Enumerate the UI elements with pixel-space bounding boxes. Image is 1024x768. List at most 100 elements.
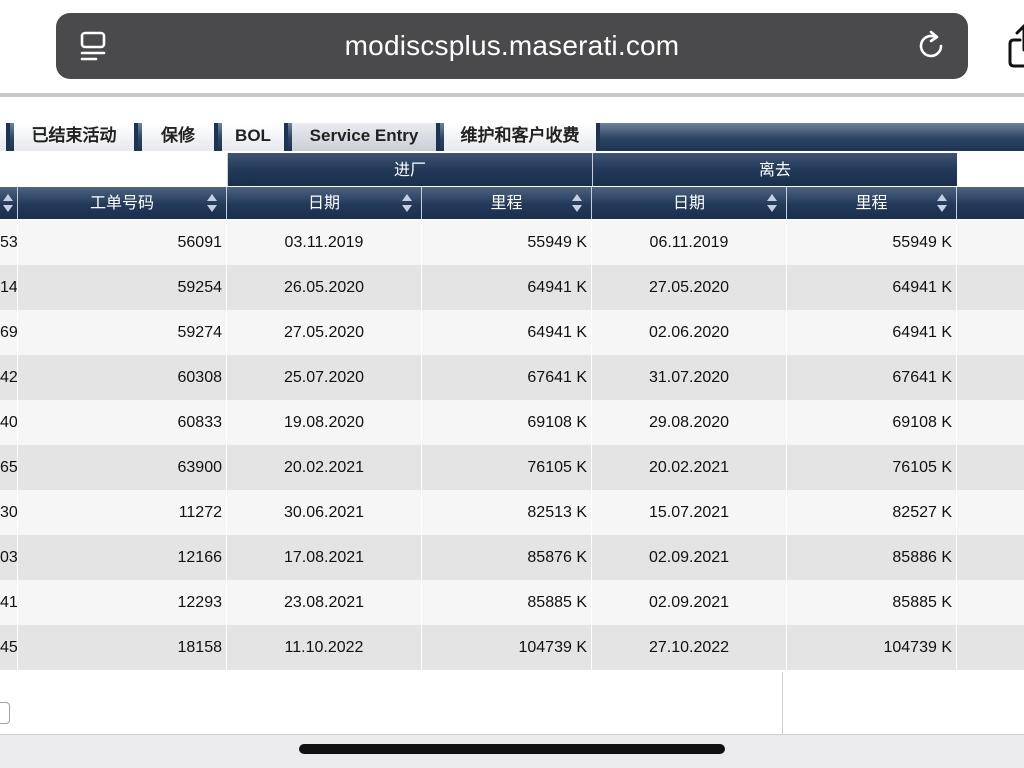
column-header-prev[interactable]	[0, 187, 18, 219]
cell-prev: 45	[0, 625, 18, 670]
cell-prev: 03	[0, 535, 18, 580]
cell-work-order: 59254	[18, 265, 227, 310]
cell-work-order: 63900	[18, 445, 227, 490]
cell-leave-date: 02.09.2021	[592, 535, 787, 580]
sort-arrows-icon[interactable]	[766, 193, 778, 213]
sort-arrows-icon[interactable]	[936, 193, 948, 213]
cell-leave-mileage: 76105 K	[787, 445, 957, 490]
footer-divider	[782, 672, 783, 734]
page-footer	[0, 672, 1024, 734]
address-bar[interactable]: modiscsplus.maserati.com	[56, 13, 968, 79]
cell-entry-date: 23.08.2021	[227, 580, 422, 625]
cell-work-order: 12166	[18, 535, 227, 580]
cell-leave-mileage: 85885 K	[787, 580, 957, 625]
column-header-label: 日期	[307, 193, 340, 212]
cell-entry-mileage: 64941 K	[422, 310, 592, 355]
cell-prev: 40	[0, 400, 18, 445]
cell-entry-date: 26.05.2020	[227, 265, 422, 310]
sort-arrows-icon[interactable]	[571, 193, 583, 213]
group-header-leave: 离去	[592, 153, 957, 186]
cell-next	[957, 265, 1024, 310]
partial-button[interactable]	[0, 702, 10, 724]
cell-entry-mileage: 82513 K	[422, 490, 592, 535]
cell-entry-date: 11.10.2022	[227, 625, 422, 670]
sort-arrows-icon[interactable]	[206, 193, 218, 213]
cell-leave-date: 15.07.2021	[592, 490, 787, 535]
cell-entry-mileage: 85885 K	[422, 580, 592, 625]
cell-entry-mileage: 67641 K	[422, 355, 592, 400]
cell-leave-date: 20.02.2021	[592, 445, 787, 490]
table-row[interactable]: 14 59254 26.05.2020 64941 K 27.05.2020 6…	[0, 265, 1024, 310]
cell-next	[957, 445, 1024, 490]
tab-strip: 已结束活动 保修 BOL Service Entry 维护和客户收费	[0, 123, 1024, 151]
table-row[interactable]: 41 12293 23.08.2021 85885 K 02.09.2021 8…	[0, 580, 1024, 625]
cell-leave-mileage: 82527 K	[787, 490, 957, 535]
tab-service-entry[interactable]: Service Entry	[292, 123, 440, 151]
cell-next	[957, 580, 1024, 625]
cell-work-order: 11272	[18, 490, 227, 535]
cell-entry-mileage: 76105 K	[422, 445, 592, 490]
cell-leave-mileage: 104739 K	[787, 625, 957, 670]
cell-entry-date: 03.11.2019	[227, 220, 422, 265]
cell-entry-date: 30.06.2021	[227, 490, 422, 535]
column-header-entry-date[interactable]: 日期	[227, 187, 422, 219]
cell-next	[957, 535, 1024, 580]
cell-work-order: 60308	[18, 355, 227, 400]
cell-leave-date: 02.09.2021	[592, 580, 787, 625]
tab-maintenance-charges[interactable]: 维护和客户收费	[444, 123, 600, 151]
table-row[interactable]: 42 60308 25.07.2020 67641 K 31.07.2020 6…	[0, 355, 1024, 400]
tab-stub[interactable]	[0, 123, 10, 151]
sort-arrows-icon[interactable]	[2, 193, 14, 213]
column-header-leave-date[interactable]: 日期	[592, 187, 787, 219]
cell-work-order: 59274	[18, 310, 227, 355]
cell-leave-mileage: 55949 K	[787, 220, 957, 265]
tab-warranty[interactable]: 保修	[142, 123, 218, 151]
table-row[interactable]: 45 18158 11.10.2022 104739 K 27.10.2022 …	[0, 625, 1024, 670]
cell-leave-mileage: 67641 K	[787, 355, 957, 400]
column-header-label: 里程	[855, 193, 888, 212]
cell-prev: 65	[0, 445, 18, 490]
cell-entry-mileage: 69108 K	[422, 400, 592, 445]
cell-prev: 69	[0, 310, 18, 355]
cell-work-order: 60833	[18, 400, 227, 445]
browser-bottom-bar	[0, 734, 1024, 768]
share-icon[interactable]	[1006, 20, 1024, 70]
cell-leave-date: 27.05.2020	[592, 265, 787, 310]
column-header-work-order[interactable]: 工单号码	[18, 187, 227, 219]
table-row[interactable]: 40 60833 19.08.2020 69108 K 29.08.2020 6…	[0, 400, 1024, 445]
sort-arrows-icon[interactable]	[401, 193, 413, 213]
table-row[interactable]: 30 11272 30.06.2021 82513 K 15.07.2021 8…	[0, 490, 1024, 535]
column-header-entry-mileage[interactable]: 里程	[422, 187, 592, 219]
tab-bol[interactable]: BOL	[222, 123, 288, 151]
reload-icon[interactable]	[914, 29, 948, 63]
cell-leave-date: 27.10.2022	[592, 625, 787, 670]
table-row[interactable]: 69 59274 27.05.2020 64941 K 02.06.2020 6…	[0, 310, 1024, 355]
group-header-blank	[0, 153, 227, 186]
browser-top-bar: modiscsplus.maserati.com	[0, 0, 1024, 97]
cell-next	[957, 220, 1024, 265]
cell-prev: 53	[0, 220, 18, 265]
web-page: 已结束活动 保修 BOL Service Entry 维护和客户收费 进厂 离去…	[0, 97, 1024, 734]
column-header-next[interactable]	[957, 187, 1024, 219]
table-row[interactable]: 53 56091 03.11.2019 55949 K 06.11.2019 5…	[0, 220, 1024, 265]
cell-leave-mileage: 85886 K	[787, 535, 957, 580]
cell-work-order: 18158	[18, 625, 227, 670]
tab-ended-activities[interactable]: 已结束活动	[14, 123, 138, 151]
cell-next	[957, 355, 1024, 400]
cell-prev: 41	[0, 580, 18, 625]
url-text[interactable]: modiscsplus.maserati.com	[56, 13, 968, 79]
home-indicator[interactable]	[299, 744, 725, 754]
column-header-label: 日期	[672, 193, 705, 212]
cell-entry-mileage: 104739 K	[422, 625, 592, 670]
cell-entry-mileage: 64941 K	[422, 265, 592, 310]
table-row[interactable]: 65 63900 20.02.2021 76105 K 20.02.2021 7…	[0, 445, 1024, 490]
group-header-blank-right	[957, 153, 1024, 186]
cell-entry-mileage: 85876 K	[422, 535, 592, 580]
cell-leave-date: 29.08.2020	[592, 400, 787, 445]
cell-entry-date: 17.08.2021	[227, 535, 422, 580]
table-row[interactable]: 03 12166 17.08.2021 85876 K 02.09.2021 8…	[0, 535, 1024, 580]
cell-prev: 30	[0, 490, 18, 535]
column-header-leave-mileage[interactable]: 里程	[787, 187, 957, 219]
cell-next	[957, 625, 1024, 670]
column-header-label: 里程	[490, 193, 523, 212]
